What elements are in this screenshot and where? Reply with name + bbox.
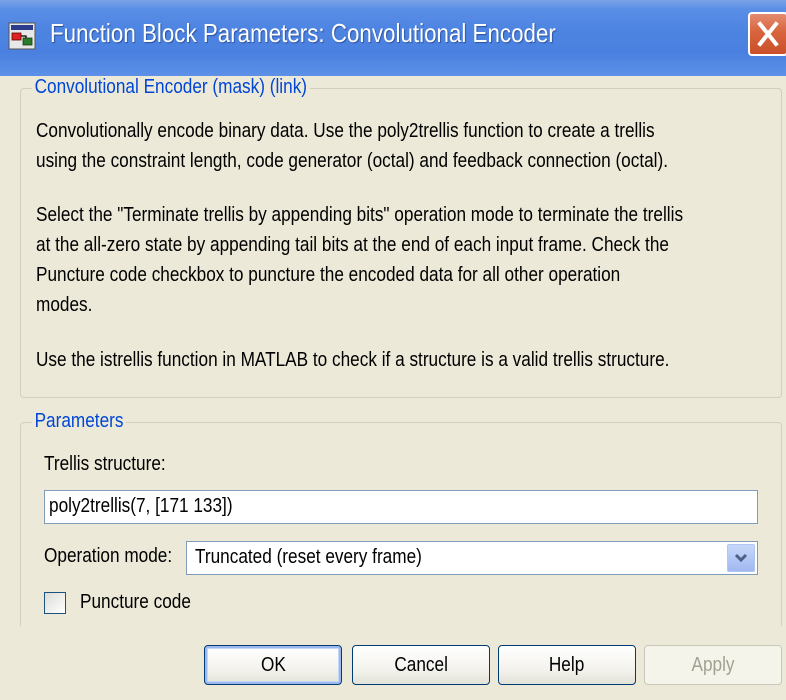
help-button[interactable]: Help bbox=[498, 645, 636, 685]
trellis-structure-input[interactable]: poly2trellis(7, [171 133]) bbox=[44, 490, 758, 524]
description-paragraph-1: Convolutionally encode binary data. Use … bbox=[36, 120, 669, 172]
operation-mode-select[interactable]: Truncated (reset every frame) bbox=[186, 541, 758, 575]
apply-button: Apply bbox=[644, 645, 782, 685]
cancel-button[interactable]: Cancel bbox=[352, 645, 490, 685]
description-legend: Convolutional Encoder (mask) (link) bbox=[32, 76, 310, 99]
trellis-structure-label: Trellis structure: bbox=[44, 453, 166, 475]
puncture-code-checkbox[interactable] bbox=[44, 592, 66, 614]
help-button-label: Help bbox=[549, 653, 585, 676]
dropdown-button[interactable] bbox=[727, 544, 755, 572]
window-title: Function Block Parameters: Convolutional… bbox=[50, 18, 556, 48]
ok-button-label: OK bbox=[260, 653, 286, 676]
simulink-block-icon bbox=[8, 22, 36, 50]
description-paragraph-2: Select the "Terminate trellis by appendi… bbox=[36, 204, 684, 316]
apply-button-label: Apply bbox=[691, 653, 735, 676]
title-bar[interactable]: Function Block Parameters: Convolutional… bbox=[0, 0, 786, 76]
close-button[interactable] bbox=[748, 12, 786, 56]
operation-mode-value: Truncated (reset every frame) bbox=[195, 546, 422, 568]
operation-mode-label: Operation mode: bbox=[44, 545, 173, 567]
parameters-legend: Parameters bbox=[32, 410, 127, 433]
chevron-down-icon bbox=[734, 553, 748, 563]
dialog-window: Function Block Parameters: Convolutional… bbox=[0, 0, 786, 700]
trellis-structure-value: poly2trellis(7, [171 133]) bbox=[49, 495, 233, 517]
description-paragraph-3: Use the istrellis function in MATLAB to … bbox=[36, 349, 670, 371]
close-icon bbox=[757, 21, 779, 47]
ok-button[interactable]: OK bbox=[204, 645, 342, 685]
cancel-button-label: Cancel bbox=[394, 653, 448, 676]
puncture-code-label: Puncture code bbox=[80, 591, 191, 613]
